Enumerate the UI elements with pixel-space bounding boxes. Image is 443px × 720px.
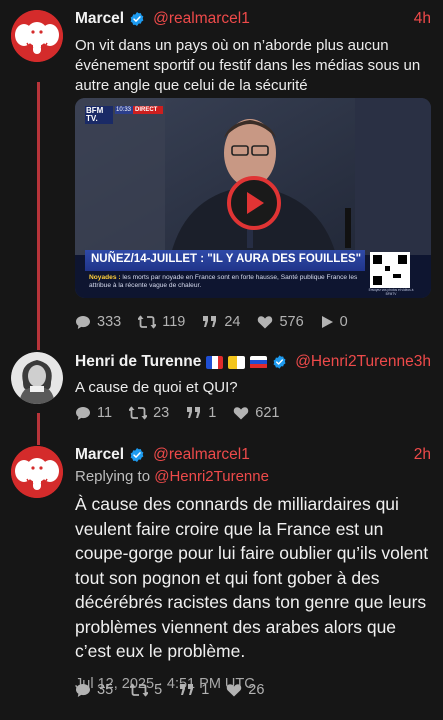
thread-line xyxy=(37,82,40,350)
avatar-marcel[interactable] xyxy=(11,446,63,498)
tweet-text: On vit dans un pays où on n’aborde plus … xyxy=(75,37,421,94)
quote-icon xyxy=(180,684,194,695)
quote-button[interactable]: 24 xyxy=(202,314,240,330)
avatar-marcel[interactable] xyxy=(11,10,63,62)
heart-icon xyxy=(258,316,273,329)
user-handle[interactable]: @realmarcel1 xyxy=(153,10,250,28)
tweet-1-actions: 333 119 24 576 0 xyxy=(75,312,431,332)
tweet-time[interactable]: 3h xyxy=(414,353,431,371)
retweet-button[interactable]: 119 xyxy=(138,314,185,330)
qr-caption: Envoyez vos photos et vidéos à BFMTV xyxy=(368,288,414,296)
quote-count: 1 xyxy=(201,682,210,698)
comment-icon xyxy=(76,406,90,420)
tweet-2[interactable]: Henri de Turenne @Henri2Turenne 3h A cau… xyxy=(75,351,431,398)
comment-icon xyxy=(76,683,90,697)
like-button[interactable]: 576 xyxy=(257,314,304,330)
tweet-text: A cause de quoi et QUI? xyxy=(75,379,238,396)
tweet-time[interactable]: 2h xyxy=(414,446,431,464)
broadcast-ticker: Noyades : les morts par noyade en France… xyxy=(89,274,359,290)
display-name[interactable]: Marcel xyxy=(75,10,124,28)
retweet-button[interactable]: 5 xyxy=(130,682,162,698)
verified-badge-icon xyxy=(273,355,286,369)
retweet-icon xyxy=(138,315,157,329)
play-icon xyxy=(247,192,264,214)
heart-icon xyxy=(234,407,249,420)
retweet-icon xyxy=(129,406,148,420)
retweet-count: 5 xyxy=(154,682,163,698)
reply-count: 333 xyxy=(97,314,122,330)
thread-line xyxy=(37,413,40,445)
video-thumbnail[interactable]: BFM TV. 10:33 DIRECT NUÑEZ/14-JUILLET : … xyxy=(75,98,431,298)
reply-button[interactable]: 11 xyxy=(75,405,112,421)
tweet-header: Marcel @realmarcel1 4h xyxy=(75,8,431,30)
ticker-label: Noyades : xyxy=(89,274,121,281)
quote-count: 1 xyxy=(208,405,217,421)
display-name[interactable]: Marcel xyxy=(75,446,124,464)
tweet-2-actions: 11 23 1 621 xyxy=(75,403,431,423)
like-button[interactable]: 621 xyxy=(233,405,279,421)
vatican-flag-icon xyxy=(228,355,246,369)
display-name[interactable]: Henri de Turenne xyxy=(75,353,201,371)
quote-icon xyxy=(187,407,201,418)
replying-to: Replying to @Henri2Turenne xyxy=(75,466,431,488)
reply-count: 35 xyxy=(97,682,114,698)
tweet-header: Marcel @realmarcel1 2h xyxy=(75,444,431,466)
retweet-icon xyxy=(130,683,149,697)
retweet-button[interactable]: 23 xyxy=(129,405,169,421)
user-handle[interactable]: @Henri2Turenne xyxy=(295,353,414,371)
heart-icon xyxy=(227,684,242,697)
replying-to-handle[interactable]: @Henri2Turenne xyxy=(154,468,269,485)
reply-count: 11 xyxy=(97,405,113,421)
tweet-3[interactable]: Marcel @realmarcel1 2h Replying to @Henr… xyxy=(75,444,431,692)
broadcast-headline: NUÑEZ/14-JUILLET : "IL Y AURA DES FOUILL… xyxy=(91,253,362,265)
broadcast-clock: 10:33 xyxy=(116,107,132,113)
elephant-logo-icon xyxy=(11,446,63,498)
quote-button[interactable]: 1 xyxy=(186,405,216,421)
avatar-henri[interactable] xyxy=(11,352,63,404)
like-button[interactable]: 26 xyxy=(226,682,264,698)
play-button[interactable] xyxy=(227,176,281,230)
quote-button[interactable]: 1 xyxy=(179,682,209,698)
tweet-time[interactable]: 4h xyxy=(414,10,431,28)
reply-button[interactable]: 333 xyxy=(75,314,121,330)
retweet-count: 23 xyxy=(153,405,170,421)
tweet-1[interactable]: Marcel @realmarcel1 4h On vit dans un pa… xyxy=(75,8,431,96)
live-badge: DIRECT xyxy=(135,107,158,113)
quote-icon xyxy=(203,316,217,327)
france-flag-icon xyxy=(206,355,224,369)
reply-button[interactable]: 35 xyxy=(75,682,113,698)
like-count: 26 xyxy=(248,682,265,698)
user-handle[interactable]: @realmarcel1 xyxy=(153,446,250,464)
verified-badge-icon xyxy=(130,12,144,26)
russia-flag-icon xyxy=(250,355,268,369)
verified-badge-icon xyxy=(130,448,144,462)
quote-count: 24 xyxy=(224,314,241,330)
comment-icon xyxy=(76,315,90,329)
replying-to-label: Replying to xyxy=(75,468,151,485)
tweet-3-actions: 35 5 1 26 xyxy=(75,680,431,700)
elephant-logo-icon xyxy=(11,10,63,62)
like-count: 576 xyxy=(279,314,304,330)
ticker-text: les morts par noyade en France sont en f… xyxy=(89,274,358,289)
tweet-header: Henri de Turenne @Henri2Turenne 3h xyxy=(75,351,431,373)
tweet-text: À cause des connards de milliardaires qu… xyxy=(75,494,429,661)
retweet-count: 119 xyxy=(162,314,186,330)
channel-logo: BFM TV. xyxy=(86,106,104,123)
views-button[interactable]: 0 xyxy=(321,314,348,330)
portrait-avatar-image xyxy=(11,352,63,404)
play-icon xyxy=(321,316,333,328)
like-count: 621 xyxy=(255,405,280,421)
view-count: 0 xyxy=(339,314,348,330)
